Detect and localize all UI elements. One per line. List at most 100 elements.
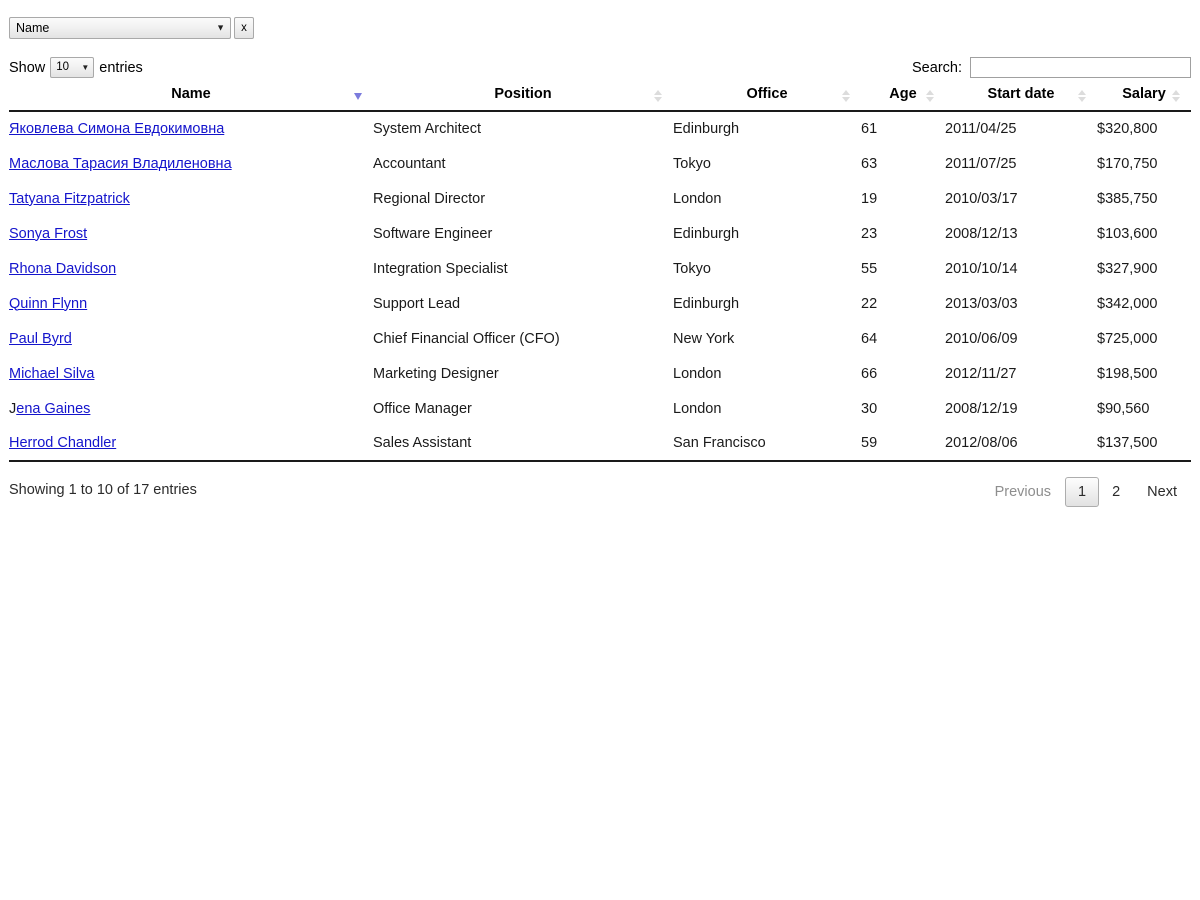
search-label: Search:: [912, 59, 962, 76]
cell-office: Tokyo: [673, 260, 711, 277]
table-row: Paul Byrd Chief Financial Officer (CFO) Ne…: [9, 321, 1191, 356]
cell-position: Sales Assistant: [373, 426, 673, 462]
sort-both-icon: [653, 89, 663, 103]
employee-name-link[interactable]: Herrod Chandler: [9, 435, 116, 451]
sort-both-icon: [841, 89, 851, 103]
employee-name-link[interactable]: Маслова Тарасия Владиленовна: [9, 156, 232, 172]
sort-desc-icon: [353, 89, 363, 103]
clear-filter-button[interactable]: x: [234, 17, 254, 39]
cell-name: Sonya Frost: [9, 216, 373, 251]
employee-name-link[interactable]: Quinn Flynn: [9, 296, 87, 312]
cell-age: 63: [861, 155, 878, 172]
table-row: Rhona Davidson Integration Specialist Toky…: [9, 251, 1191, 286]
table-row: Jena Gaines Office Manager London 30 2008/12…: [9, 391, 1191, 426]
employee-name-link[interactable]: ena Gaines: [16, 401, 90, 417]
cell-age: 30: [861, 400, 878, 417]
employees-table: Name Position Office Age Start date Sala…: [9, 86, 1191, 462]
cell-office: New York: [673, 330, 735, 347]
column-header-age[interactable]: Age: [861, 86, 945, 112]
cell-office: Tokyo: [673, 155, 711, 172]
cell-office: London: [673, 400, 722, 417]
employee-name-link[interactable]: Sonya Frost: [9, 226, 87, 242]
table-row: Herrod Chandler Sales Assistant San Franci…: [9, 426, 1191, 462]
table-row: Tatyana Fitzpatrick Regional Director Lond…: [9, 181, 1191, 216]
column-filter-select[interactable]: NamePositionOfficeAgeStart dateSalary: [9, 17, 231, 39]
column-header-position[interactable]: Position: [373, 86, 673, 112]
cell-age: 55: [861, 260, 878, 277]
table-row: Michael Silva Marketing Designer London 66 2…: [9, 356, 1191, 391]
table-head: Name Position Office Age Start date Sala…: [9, 86, 1191, 112]
cell-office: Edinburgh: [673, 225, 740, 242]
table-length-control: Show 102550100 ▼ entries: [9, 57, 143, 78]
pagination-next[interactable]: Next: [1133, 477, 1191, 507]
employee-name-link[interactable]: Tatyana Fitzpatrick: [9, 191, 130, 207]
pagination-page-1[interactable]: 1: [1065, 477, 1100, 507]
cell-position: System Architect: [373, 121, 481, 137]
cell-position: Accountant: [373, 155, 446, 172]
cell-name: Jena Gaines: [9, 391, 373, 426]
cell-name: Quinn Flynn: [9, 286, 373, 321]
length-suffix-label: entries: [99, 59, 143, 76]
cell-name: Tatyana Fitzpatrick: [9, 181, 373, 216]
column-header-name[interactable]: Name: [9, 86, 373, 112]
pagination-page-2[interactable]: 2: [1099, 477, 1133, 507]
cell-age: 64: [861, 330, 878, 347]
column-header-start-date[interactable]: Start date: [945, 86, 1097, 112]
cell-name: Маслова Тарасия Владиленовна: [9, 146, 373, 181]
cell-salary: $103,600: [1097, 225, 1158, 242]
sort-both-icon: [1077, 89, 1087, 103]
column-header-position-label: Position: [494, 86, 552, 102]
cell-position: Marketing Designer: [373, 365, 499, 382]
column-header-name-label: Name: [171, 86, 211, 102]
employee-name-link[interactable]: Paul Byrd: [9, 331, 72, 347]
cell-salary: $725,000: [1097, 330, 1158, 347]
cell-salary: $170,750: [1097, 155, 1158, 172]
cell-start-date: 2010/06/09: [945, 330, 1018, 347]
employee-name-link[interactable]: Michael Silva: [9, 366, 94, 382]
cell-salary: $342,000: [1097, 295, 1158, 312]
table-row: Яковлева Симона Евдокимовна System Archit…: [9, 111, 1191, 146]
cell-age: 22: [861, 295, 878, 312]
cell-age: 23: [861, 225, 878, 242]
cell-salary: $327,900: [1097, 260, 1158, 277]
employee-name-link[interactable]: Яковлева Симона Евдокимовна: [9, 121, 224, 137]
cell-position: Chief Financial Officer (CFO): [373, 330, 560, 347]
cell-start-date: 2011/07/25: [945, 155, 1017, 172]
cell-salary: $385,750: [1097, 190, 1158, 207]
cell-name: Rhona Davidson: [9, 251, 373, 286]
column-header-office[interactable]: Office: [673, 86, 861, 112]
length-select-wrapper: 102550100 ▼: [50, 57, 95, 78]
cell-salary: $198,500: [1097, 365, 1158, 382]
table-body: Яковлева Симона Евдокимовна System Archit…: [9, 111, 1191, 462]
cell-office: San Francisco: [673, 426, 861, 462]
search-input[interactable]: [970, 57, 1191, 78]
cell-name: Herrod Chandler: [9, 426, 373, 462]
cell-position: Software Engineer: [373, 225, 493, 242]
employee-name-link[interactable]: Rhona Davidson: [9, 261, 116, 277]
cell-start-date: 2012/11/27: [945, 365, 1017, 382]
cell-name: Michael Silva: [9, 356, 373, 391]
cell-office: Edinburgh: [673, 121, 740, 137]
cell-salary: $90,560: [1097, 400, 1150, 417]
column-header-salary[interactable]: Salary: [1097, 86, 1191, 112]
cell-age: 19: [861, 190, 878, 207]
cell-position: Support Lead: [373, 295, 461, 312]
column-header-salary-label: Salary: [1122, 86, 1166, 102]
pagination: Previous 1 2 Next: [981, 477, 1191, 507]
column-header-start-date-label: Start date: [987, 86, 1055, 102]
entries-per-page-select[interactable]: 102550100: [50, 57, 95, 78]
cell-name: Paul Byrd: [9, 321, 373, 356]
table-row: Quinn Flynn Support Lead Edinburgh 22 2013/0…: [9, 286, 1191, 321]
column-header-office-label: Office: [746, 86, 788, 102]
cell-start-date: 2012/08/06: [945, 426, 1097, 462]
cell-start-date: 2008/12/19: [945, 400, 1018, 417]
cell-salary: $320,800: [1097, 121, 1158, 137]
cell-position: Integration Specialist: [373, 260, 508, 277]
cell-name: Яковлева Симона Евдокимовна: [9, 111, 373, 146]
sort-both-icon: [1171, 89, 1181, 103]
column-filter-bar: NamePositionOfficeAgeStart dateSalary ▼ …: [9, 17, 254, 39]
cell-start-date: 2013/03/03: [945, 295, 1018, 312]
pagination-previous[interactable]: Previous: [981, 477, 1065, 507]
sort-both-icon: [925, 89, 935, 103]
cell-age: 61: [861, 121, 878, 137]
